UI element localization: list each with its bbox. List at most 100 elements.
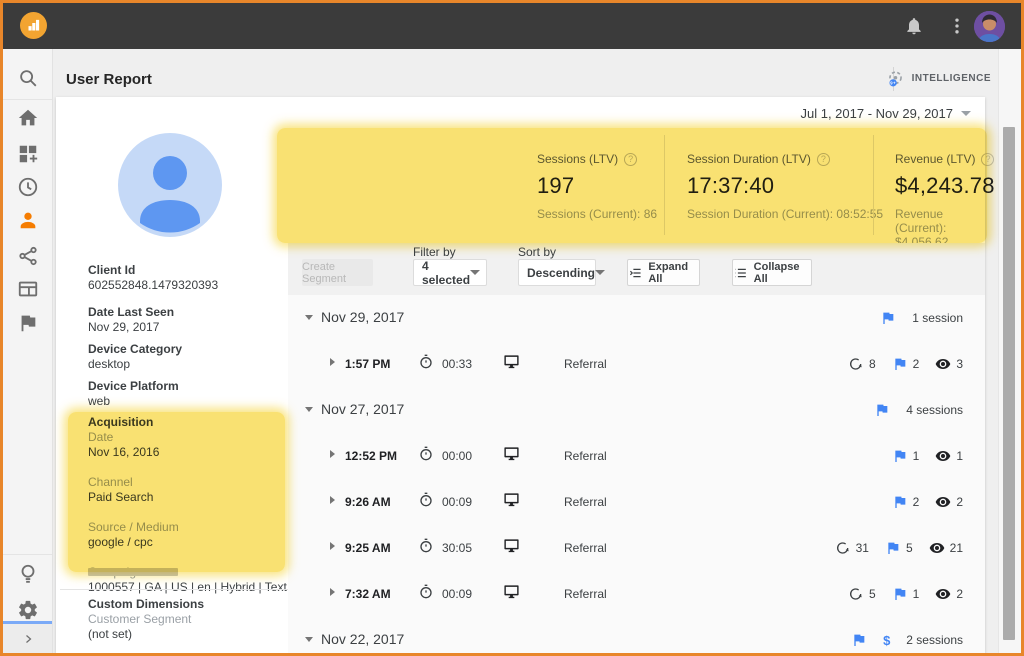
session-row[interactable]: 9:25 AM 30:05 Referral 31 5 21 [288,525,985,571]
home-icon[interactable] [17,107,39,129]
collapse-group-icon[interactable] [305,315,313,320]
goal-flag-icon [851,632,867,648]
session-group-header[interactable]: Nov 22, 2017 $ 2 sessions [288,617,985,653]
help-icon[interactable]: ? [981,153,994,166]
chevron-down-icon [595,270,605,275]
events-icon [848,586,864,602]
desktop-icon [503,354,520,371]
intelligence-button[interactable]: 9+ INTELLIGENCE [886,69,991,88]
goal-flag-icon [880,310,896,326]
pageview-eye-icon [935,356,951,372]
goal-flag-icon [885,540,901,556]
session-channel: Referral [564,449,607,463]
session-list: Nov 29, 2017 1 session 1:57 PM 00:33 Ref… [288,295,985,653]
sort-by-dropdown[interactable]: Descending [518,259,596,286]
create-segment-button[interactable]: Create Segment [302,259,373,286]
sort-by-value: Descending [527,266,595,280]
user-avatar[interactable] [974,11,1005,42]
group-date: Nov 29, 2017 [321,309,404,325]
acquisition-icon[interactable] [17,245,39,267]
session-channel: Referral [564,357,607,371]
report-card: Jul 1, 2017 - Nov 29, 2017 Client Id6025… [56,97,985,653]
top-app-bar [3,3,1021,49]
session-toolbar: Create Segment Filter by 4 selected Sort… [288,243,985,295]
timer-icon [418,446,434,462]
metric-card-revenue[interactable]: Revenue (LTV)? $4,243.78 Revenue (Curren… [895,127,995,243]
pageviews-count: 1 [956,449,963,463]
kebab-menu-icon[interactable] [947,16,967,36]
expand-row-icon[interactable] [330,542,335,550]
session-channel: Referral [564,541,607,555]
sort-by-label: Sort by [518,245,556,259]
session-group-header[interactable]: Nov 27, 2017 4 sessions [288,387,985,433]
realtime-icon[interactable] [17,176,39,198]
analytics-logo-icon[interactable] [20,12,47,39]
conversions-icon[interactable] [17,312,39,334]
timer-icon [418,492,434,508]
session-time: 1:57 PM [345,357,390,371]
date-range-picker[interactable]: Jul 1, 2017 - Nov 29, 2017 [801,106,972,121]
chevron-down-icon [961,111,971,116]
goals-count: 1 [913,449,920,463]
filter-by-value: 4 selected [422,259,470,287]
metric-value: 197 [537,173,657,199]
session-duration: 00:00 [442,449,472,463]
events-count: 8 [869,357,876,371]
collapse-all-icon [733,265,748,281]
help-icon[interactable]: ? [817,153,830,166]
session-row[interactable]: 9:26 AM 00:09 Referral 2 2 [288,479,985,525]
bell-icon[interactable] [904,16,924,36]
vertical-scrollbar-thumb[interactable] [1003,127,1015,640]
behavior-icon[interactable] [17,278,39,300]
horizontal-scrollbar[interactable] [88,568,178,576]
collapse-all-button[interactable]: Collapse All [732,259,812,286]
session-row[interactable]: 1:57 PM 00:33 Referral 8 2 3 [288,341,985,387]
search-icon[interactable] [17,67,39,89]
goals-count: 5 [906,541,913,555]
bar-chart-glyph [26,18,41,33]
timer-icon [418,354,434,370]
intelligence-label: INTELLIGENCE [912,73,991,84]
metric-title: Revenue (LTV) [895,152,975,166]
session-duration: 30:05 [442,541,472,555]
collapse-group-icon[interactable] [305,637,313,642]
session-group-header[interactable]: Nov 29, 2017 1 session [288,295,985,341]
divider [60,589,288,590]
session-row[interactable]: 12:52 PM 00:00 Referral 1 1 [288,433,985,479]
session-row[interactable]: 7:32 AM 00:09 Referral 5 1 2 [288,571,985,617]
discover-icon[interactable] [17,563,39,585]
events-icon [835,540,851,556]
expand-row-icon[interactable] [330,358,335,366]
metric-title: Sessions (LTV) [537,152,618,166]
goal-flag-icon [892,586,908,602]
chevron-down-icon [470,270,480,275]
desktop-icon [503,446,520,463]
pageviews-count: 2 [956,587,963,601]
expand-row-icon[interactable] [330,496,335,504]
expand-all-button[interactable]: Expand All [627,259,700,286]
goal-flag-icon [874,402,890,418]
collapse-sidebar-icon[interactable] [3,621,52,653]
profile-field-device-category: Device Categorydesktop [88,342,182,372]
group-session-count: 2 sessions [906,633,963,647]
metric-card-session-duration[interactable]: Session Duration (LTV)? 17:37:40 Session… [687,127,883,243]
filter-by-dropdown[interactable]: 4 selected [413,259,487,286]
session-duration: 00:09 [442,495,472,509]
audience-icon[interactable] [17,209,39,231]
collapse-group-icon[interactable] [305,407,313,412]
admin-icon[interactable] [17,599,39,621]
expand-row-icon[interactable] [330,588,335,596]
session-time: 7:32 AM [345,587,391,601]
events-count: 31 [856,541,869,555]
metric-card-sessions[interactable]: Sessions (LTV)? 197 Sessions (Current): … [537,127,657,243]
goals-count: 2 [913,357,920,371]
session-duration: 00:33 [442,357,472,371]
help-icon[interactable]: ? [624,153,637,166]
group-session-count: 1 session [912,311,963,325]
customization-icon[interactable] [17,143,39,165]
goal-flag-icon [892,356,908,372]
desktop-icon [503,492,520,509]
expand-row-icon[interactable] [330,450,335,458]
expand-all-label: Expand All [648,261,699,285]
profile-custom-dimensions: Custom Dimensions Customer Segment (not … [88,597,204,642]
